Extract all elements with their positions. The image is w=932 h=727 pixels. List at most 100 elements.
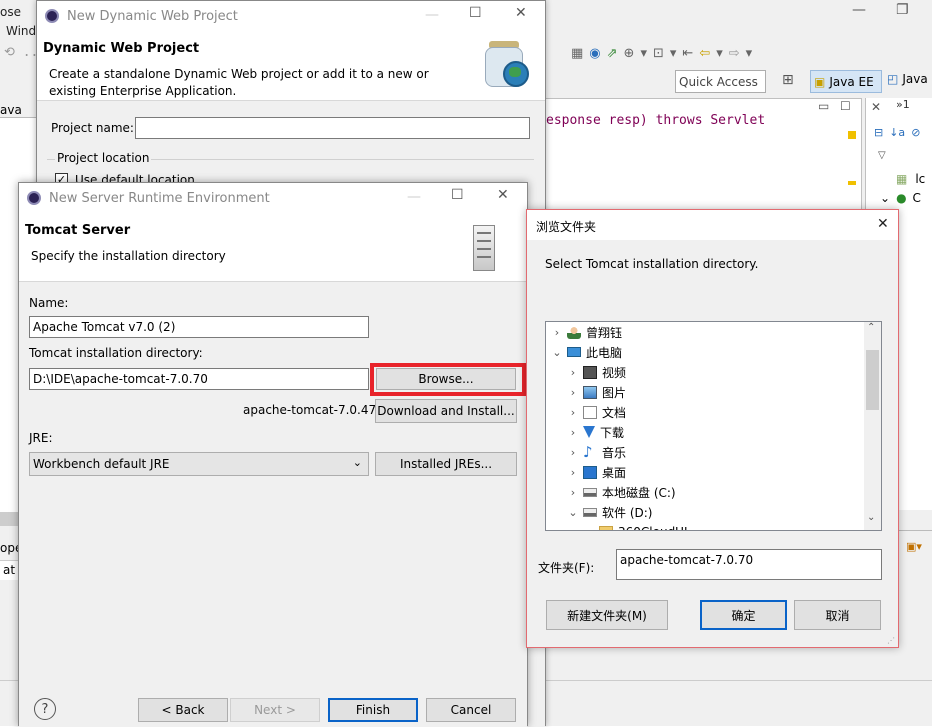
filter-icon[interactable]: ⊘	[911, 126, 920, 139]
tree-item[interactable]: › 视频	[546, 362, 626, 382]
dropdown-icon[interactable]: ▾	[670, 46, 677, 61]
forward-arrow-icon[interactable]: ⇨	[729, 46, 740, 61]
dropdown-icon[interactable]: ▾	[746, 46, 753, 61]
close-icon[interactable]: ✕	[877, 216, 889, 232]
tree-item[interactable]: › 图片	[546, 382, 626, 402]
tree-item[interactable]: › 下载	[546, 422, 624, 442]
browse-button[interactable]: Browse...	[376, 368, 516, 390]
tree-item-label: 文档	[602, 405, 627, 420]
chevron-right-icon[interactable]: ›	[566, 366, 580, 379]
editor-scrollbar	[0, 512, 18, 526]
scroll-up-icon[interactable]: ⌃	[867, 322, 875, 333]
tree-item[interactable]: › ♪ 音乐	[546, 442, 626, 462]
chevron-down-icon[interactable]: ⌄	[550, 346, 564, 359]
folder-tree[interactable]: › 曾翔钰 ⌄ 此电脑 › 视频 › 图片 › 文档 › 下载 › ♪ 音乐 › 桌面 › 本地磁盘 (C:) ⌄ 软件…	[545, 321, 882, 531]
chevron-right-icon[interactable]: ›	[566, 426, 580, 439]
maximize-icon[interactable]: ☐	[451, 187, 464, 203]
collapse-icon[interactable]: ⊟	[874, 126, 883, 139]
chevron-right-icon[interactable]: ›	[566, 406, 580, 419]
tree-item[interactable]: › 文档	[546, 402, 626, 422]
debug-icon[interactable]: ⊕	[624, 46, 635, 61]
cancel-button[interactable]: Cancel	[426, 698, 516, 722]
jre-select[interactable]: Workbench default JRE ⌄	[29, 452, 369, 476]
install-dir-input[interactable]: D:\IDE\apache-tomcat-7.0.70	[29, 368, 369, 390]
scroll-thumb[interactable]	[866, 350, 879, 410]
chevron-right-icon[interactable]: ›	[550, 326, 564, 339]
computer-icon	[567, 347, 581, 357]
cancel-button[interactable]: 取消	[794, 600, 881, 630]
detected-version-label: apache-tomcat-7.0.47	[243, 403, 377, 417]
print-icon[interactable]: ▦	[571, 46, 583, 61]
run-icon[interactable]: ⇗	[607, 46, 618, 61]
tree-item[interactable]: › 桌面	[546, 462, 626, 482]
next-button[interactable]: Next >	[230, 698, 320, 722]
installed-jres-button[interactable]: Installed JREs...	[375, 452, 517, 476]
name-input[interactable]: Apache Tomcat v7.0 (2)	[29, 316, 369, 338]
tree-item-label: 音乐	[602, 445, 627, 460]
chevron-right-icon[interactable]: ›	[566, 486, 580, 499]
editor-maximize-icon[interactable]: ☐	[840, 99, 851, 113]
outline-menu-icon[interactable]: ▽	[878, 150, 886, 161]
outline-item[interactable]: ⌄ ● C	[880, 191, 921, 205]
close-icon[interactable]: ✕	[515, 5, 527, 21]
dropdown-icon[interactable]: ▾	[640, 46, 647, 61]
new-folder-button[interactable]: 新建文件夹(M)	[546, 600, 668, 630]
ok-button[interactable]: 确定	[700, 600, 787, 630]
editor-minimize-icon[interactable]: ▭	[818, 99, 829, 113]
back-button[interactable]: < Back	[138, 698, 228, 722]
chevron-right-icon[interactable]: ›	[566, 386, 580, 399]
editor-tab[interactable]: ava	[0, 103, 22, 117]
outline-item[interactable]: ▦ lc	[896, 172, 925, 186]
back-arrow-icon[interactable]: ⇦	[699, 46, 710, 61]
minimize-icon[interactable]: —	[407, 189, 421, 205]
eclipse-menu-fragment[interactable]: ose	[0, 5, 21, 19]
annotation-icon[interactable]: ⊡	[653, 46, 664, 61]
minimize-icon[interactable]: —	[425, 7, 439, 23]
tree-item[interactable]: ⌄ 软件 (D:)	[546, 502, 652, 522]
folder-input[interactable]: apache-tomcat-7.0.70	[616, 549, 882, 580]
maximize-icon[interactable]: ☐	[469, 5, 482, 21]
sort-icon[interactable]: ↓a	[889, 126, 905, 139]
eclipse-restore-icon[interactable]: ❐	[896, 2, 909, 18]
project-name-label: Project name:	[51, 121, 134, 135]
tree-item[interactable]: › 360CloudUI	[546, 522, 688, 531]
finish-button[interactable]: Finish	[328, 698, 418, 722]
dropdown-icon[interactable]: ▾	[716, 46, 723, 61]
drive-icon	[583, 487, 597, 497]
tree-item[interactable]: ⌄ 此电脑	[546, 342, 622, 362]
eclipse-menu-fragment[interactable]: Wind	[6, 24, 36, 38]
download-install-button[interactable]: Download and Install...	[375, 399, 517, 423]
folder-icon	[599, 525, 613, 530]
help-icon[interactable]: ?	[34, 698, 56, 720]
chevron-right-icon[interactable]: ›	[582, 526, 596, 531]
project-name-input[interactable]	[135, 117, 530, 139]
desktop-folder-icon	[583, 465, 597, 479]
tree-scrollbar[interactable]: ⌃ ⌄	[864, 322, 881, 530]
tree-item[interactable]: › 本地磁盘 (C:)	[546, 482, 676, 502]
chevron-right-icon[interactable]: ›	[566, 466, 580, 479]
header-title: Tomcat Server	[25, 223, 131, 238]
music-folder-icon: ♪	[583, 442, 593, 461]
quick-access-input[interactable]: Quick Access	[675, 70, 766, 93]
resize-grip-icon[interactable]: ⋰	[887, 636, 895, 645]
globe-icon[interactable]: ◉	[589, 46, 600, 61]
close-icon[interactable]: ✕	[497, 187, 509, 203]
chevron-down-icon[interactable]: ⌄	[566, 506, 580, 519]
bottom-panel-icon[interactable]: ▣▾	[906, 540, 922, 553]
scroll-down-icon[interactable]: ⌄	[867, 512, 875, 523]
perspective-java[interactable]: ◰ Java	[887, 72, 928, 86]
name-label: Name:	[29, 296, 69, 310]
navigate-icon[interactable]: ⇤	[682, 46, 693, 61]
folder-label: 文件夹(F):	[538, 561, 595, 575]
outline-tab[interactable]: »1	[896, 98, 910, 111]
open-perspective-icon[interactable]: ⊞	[782, 72, 794, 88]
tree-item[interactable]: › 曾翔钰	[546, 322, 622, 342]
perspective-java-ee[interactable]: ▣ Java EE	[810, 70, 882, 93]
outline-close-icon[interactable]: ✕	[871, 100, 881, 114]
chevron-right-icon[interactable]: ›	[566, 446, 580, 459]
eclipse-minimize-icon[interactable]: —	[852, 2, 866, 18]
eclipse-toolbar: ▦ ◉ ⇗ ⊕ ▾ ⊡ ▾ ⇤ ⇦ ▾ ⇨ ▾	[545, 40, 932, 66]
bottom-panel-right	[898, 530, 932, 580]
header-description: existing Enterprise Application.	[49, 84, 237, 98]
marker-icon	[848, 181, 856, 185]
